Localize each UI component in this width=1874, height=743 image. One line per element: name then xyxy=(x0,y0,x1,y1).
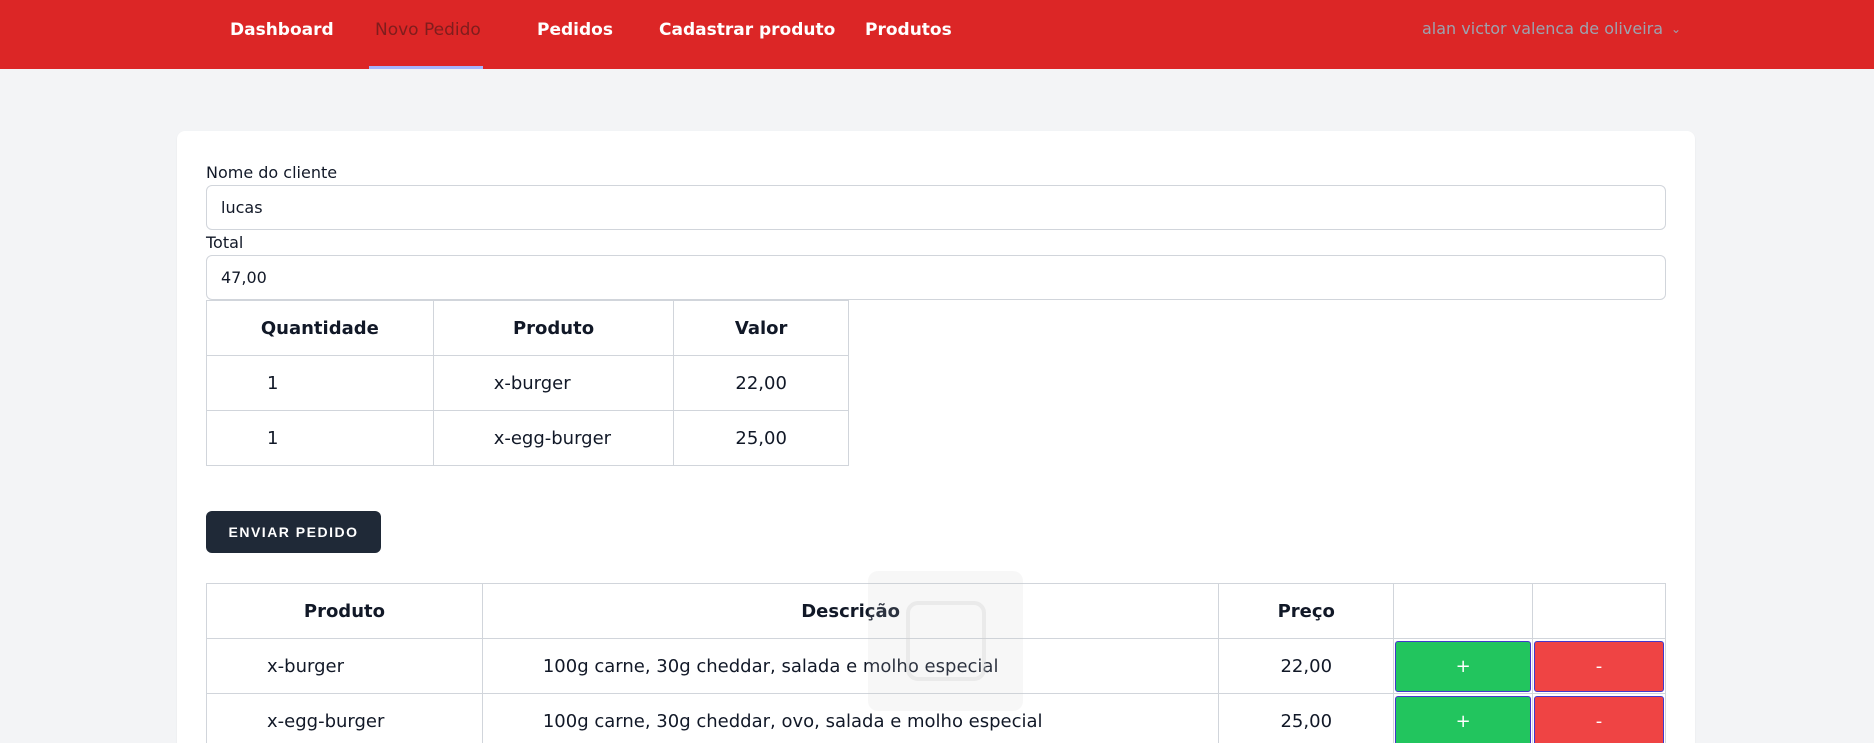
product-name: x-burger xyxy=(206,638,483,694)
user-name: alan victor valenca de oliveira xyxy=(1422,19,1664,38)
remove-cell: - xyxy=(1532,638,1666,694)
cart-header-produto: Produto xyxy=(432,300,675,356)
cart-header-quantidade: Quantidade xyxy=(206,300,434,356)
user-menu[interactable]: alan victor valenca de oliveira ⌄ xyxy=(1422,19,1681,38)
nav-novo-pedido[interactable]: Novo Pedido xyxy=(375,20,481,42)
product-description: 100g carne, 30g cheddar, salada e molho … xyxy=(481,638,1220,694)
send-order-button[interactable]: ENVIAR PEDIDO xyxy=(206,511,381,553)
remove-cell: - xyxy=(1532,693,1666,743)
keyboard-icon xyxy=(906,601,986,681)
cart-row: 1 x-burger 22,00 xyxy=(206,355,849,411)
chevron-down-icon: ⌄ xyxy=(1671,22,1682,36)
product-price: 22,00 xyxy=(1218,638,1395,694)
top-navbar: Dashboard Novo Pedido Pedidos Cadastrar … xyxy=(0,0,1874,69)
products-header-produto: Produto xyxy=(206,583,483,639)
watermark-overlay xyxy=(868,571,1023,711)
client-name-label: Nome do cliente xyxy=(206,163,338,182)
cart-value: 22,00 xyxy=(673,355,849,411)
nav-cadastrar-produto[interactable]: Cadastrar produto xyxy=(659,20,835,42)
active-nav-indicator xyxy=(369,66,483,69)
cart-product: x-burger xyxy=(432,355,675,411)
cart-header-row: Quantidade Produto Valor xyxy=(206,300,849,356)
client-name-input[interactable]: lucas xyxy=(206,185,1666,230)
nav-pedidos[interactable]: Pedidos xyxy=(537,20,613,42)
total-input[interactable]: 47,00 xyxy=(206,255,1666,300)
remove-product-button[interactable]: - xyxy=(1534,695,1664,743)
products-header-add xyxy=(1393,583,1534,639)
cart-value: 25,00 xyxy=(673,410,849,466)
cart-header-valor: Valor xyxy=(673,300,849,356)
products-header-descricao: Descrição xyxy=(481,583,1220,639)
cart-table: Quantidade Produto Valor 1 x-burger 22,0… xyxy=(206,300,849,466)
cart-row: 1 x-egg-burger 25,00 xyxy=(206,410,849,466)
add-product-button[interactable]: + xyxy=(1395,640,1532,692)
product-description: 100g carne, 30g cheddar, ovo, salada e m… xyxy=(481,693,1220,743)
remove-product-button[interactable]: - xyxy=(1534,640,1664,692)
add-cell: + xyxy=(1393,693,1534,743)
total-label: Total xyxy=(206,233,244,252)
nav-produtos[interactable]: Produtos xyxy=(865,20,952,42)
products-header-preco: Preço xyxy=(1218,583,1395,639)
cart-qty: 1 xyxy=(206,355,434,411)
cart-qty: 1 xyxy=(206,410,434,466)
product-name: x-egg-burger xyxy=(206,693,483,743)
nav-dashboard[interactable]: Dashboard xyxy=(230,20,334,42)
products-header-remove xyxy=(1532,583,1666,639)
cart-product: x-egg-burger xyxy=(432,410,675,466)
add-cell: + xyxy=(1393,638,1534,694)
product-price: 25,00 xyxy=(1218,693,1395,743)
add-product-button[interactable]: + xyxy=(1395,695,1532,743)
